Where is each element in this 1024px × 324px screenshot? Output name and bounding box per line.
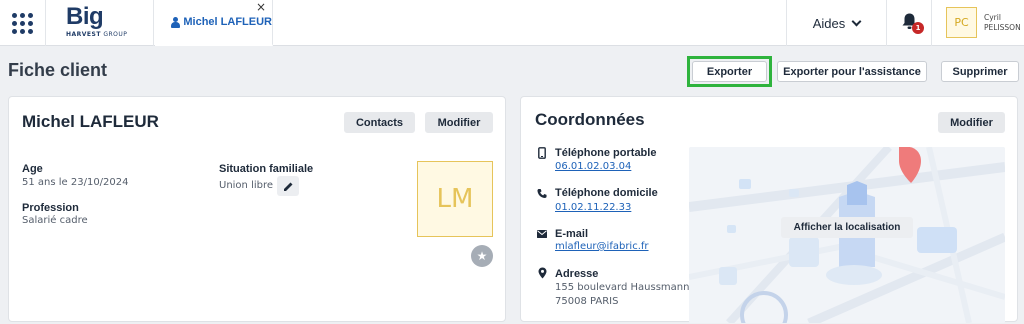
delete-button[interactable]: Supprimer bbox=[941, 61, 1019, 82]
email-icon bbox=[537, 228, 547, 240]
mobile-phone-link[interactable]: 06.01.02.03.04 bbox=[555, 161, 631, 172]
email-label: E-mail bbox=[555, 228, 589, 240]
situation-value: Union libre bbox=[219, 180, 274, 191]
user-icon bbox=[171, 16, 180, 28]
home-phone-label: Téléphone domicile bbox=[555, 187, 658, 199]
home-phone-link[interactable]: 01.02.11.22.33 bbox=[555, 202, 631, 213]
user-menu[interactable]: PC Cyril PELISSON bbox=[938, 0, 1024, 46]
location-map[interactable]: Afficher la localisation bbox=[689, 147, 1005, 323]
notification-count-badge: 1 bbox=[912, 22, 924, 34]
profession-value: Salarié cadre bbox=[22, 215, 88, 226]
logo-sub-text: HARVEST GROUP bbox=[66, 31, 128, 38]
user-first-name: Cyril bbox=[984, 13, 1001, 22]
apps-menu-button[interactable] bbox=[0, 0, 46, 46]
show-location-button[interactable]: Afficher la localisation bbox=[781, 217, 913, 238]
client-card: Michel LAFLEUR Contacts Modifier Age 51 … bbox=[8, 96, 506, 322]
age-value: 51 ans le 23/10/2024 bbox=[22, 177, 129, 188]
coordinates-card: Coordonnées Modifier Téléphone portable … bbox=[520, 96, 1018, 323]
export-button[interactable]: Exporter bbox=[692, 61, 767, 82]
phone-icon bbox=[537, 187, 547, 199]
favorite-star-icon[interactable]: ★ bbox=[471, 245, 493, 267]
tab-label: Michel LAFLEUR bbox=[183, 16, 272, 28]
top-bar: Big HARVEST GROUP Michel LAFLEUR × Aides… bbox=[0, 0, 1024, 46]
aides-label: Aides bbox=[812, 15, 846, 31]
client-name: Michel LAFLEUR bbox=[22, 112, 159, 131]
pencil-icon bbox=[283, 182, 292, 191]
tab-client-michel-lafleur[interactable]: Michel LAFLEUR × bbox=[155, 0, 273, 46]
address-label: Adresse bbox=[555, 268, 599, 280]
location-pin-icon bbox=[537, 267, 547, 279]
notifications-button[interactable]: 1 bbox=[886, 0, 932, 46]
apps-grid-icon bbox=[12, 12, 33, 34]
client-avatar: LM bbox=[417, 161, 493, 237]
contacts-button[interactable]: Contacts bbox=[344, 112, 415, 133]
address-line-2: 75008 PARIS bbox=[555, 296, 619, 307]
email-link[interactable]: mlafleur@ifabric.fr bbox=[555, 241, 649, 252]
export-assistance-button[interactable]: Exporter pour l'assistance bbox=[777, 61, 927, 82]
user-last-name: PELISSON bbox=[984, 23, 1021, 32]
aides-dropdown[interactable]: Aides bbox=[786, 0, 886, 46]
situation-label: Situation familiale bbox=[219, 163, 314, 175]
edit-situation-button[interactable] bbox=[277, 176, 299, 196]
mobile-label: Téléphone portable bbox=[555, 147, 657, 159]
close-tab-icon[interactable]: × bbox=[256, 1, 266, 13]
chevron-down-icon bbox=[851, 16, 862, 26]
address-line-1: 155 boulevard Haussmann bbox=[555, 282, 690, 293]
profession-label: Profession bbox=[22, 202, 79, 214]
modify-client-button[interactable]: Modifier bbox=[425, 112, 493, 133]
mobile-phone-icon bbox=[537, 147, 547, 159]
modify-coordinates-button[interactable]: Modifier bbox=[938, 112, 1005, 133]
logo-main-text: Big bbox=[66, 3, 104, 30]
coordinates-title: Coordonnées bbox=[535, 110, 645, 129]
age-label: Age bbox=[22, 163, 43, 175]
page-title: Fiche client bbox=[8, 60, 108, 80]
brand-logo[interactable]: Big HARVEST GROUP bbox=[46, 0, 154, 46]
user-avatar: PC bbox=[946, 7, 977, 38]
